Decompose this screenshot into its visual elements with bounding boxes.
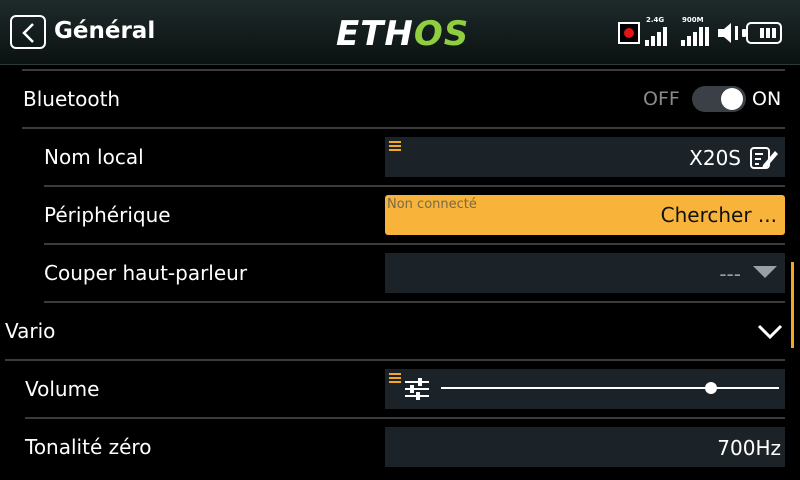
divider bbox=[5, 359, 785, 361]
volume-label: Volume bbox=[25, 377, 100, 401]
divider bbox=[22, 127, 785, 129]
chevron-down-icon bbox=[753, 266, 777, 278]
zero-tone-field[interactable]: 700Hz bbox=[385, 427, 785, 467]
divider bbox=[44, 185, 785, 187]
mute-speaker-value: --- bbox=[719, 262, 741, 286]
mute-speaker-label: Couper haut-parleur bbox=[44, 261, 248, 285]
device-status: Non connecté bbox=[387, 197, 477, 212]
page-title: Général bbox=[54, 18, 156, 44]
search-button-label: Chercher ... bbox=[660, 203, 777, 227]
bluetooth-toggle[interactable] bbox=[692, 86, 746, 112]
divider bbox=[22, 69, 785, 71]
speaker-icon bbox=[718, 23, 738, 43]
bluetooth-on-label: ON bbox=[752, 88, 782, 110]
divider bbox=[44, 243, 785, 245]
zero-tone-label: Tonalité zéro bbox=[25, 435, 152, 459]
chevron-down-icon[interactable] bbox=[757, 324, 783, 340]
bluetooth-label: Bluetooth bbox=[23, 87, 121, 111]
battery-icon bbox=[742, 22, 782, 44]
ethos-logo: ETHOS bbox=[336, 14, 470, 54]
menu-icon bbox=[389, 141, 401, 153]
divider bbox=[25, 417, 785, 419]
edit-icon bbox=[750, 147, 778, 169]
zero-tone-value: 700Hz bbox=[717, 436, 781, 460]
sliders-icon bbox=[405, 378, 429, 400]
volume-slider[interactable] bbox=[385, 369, 785, 409]
vario-section-header[interactable]: Vario bbox=[5, 319, 55, 343]
local-name-value: X20S bbox=[689, 146, 741, 170]
menu-icon bbox=[389, 373, 401, 385]
scrollbar[interactable] bbox=[791, 262, 794, 348]
slider-track[interactable] bbox=[441, 387, 779, 389]
search-button[interactable]: Non connecté Chercher ... bbox=[385, 195, 785, 235]
top-bar: Général ETHOS 2.4G 900M bbox=[0, 0, 800, 65]
local-name-label: Nom local bbox=[44, 145, 144, 169]
record-icon bbox=[618, 22, 640, 44]
device-label: Périphérique bbox=[44, 203, 171, 227]
back-button[interactable] bbox=[10, 15, 46, 49]
local-name-field[interactable]: X20S bbox=[385, 137, 785, 177]
mute-speaker-dropdown[interactable]: --- bbox=[385, 253, 785, 293]
bluetooth-off-label: OFF bbox=[643, 88, 680, 110]
chevron-left-icon bbox=[22, 23, 34, 43]
divider bbox=[44, 301, 785, 303]
